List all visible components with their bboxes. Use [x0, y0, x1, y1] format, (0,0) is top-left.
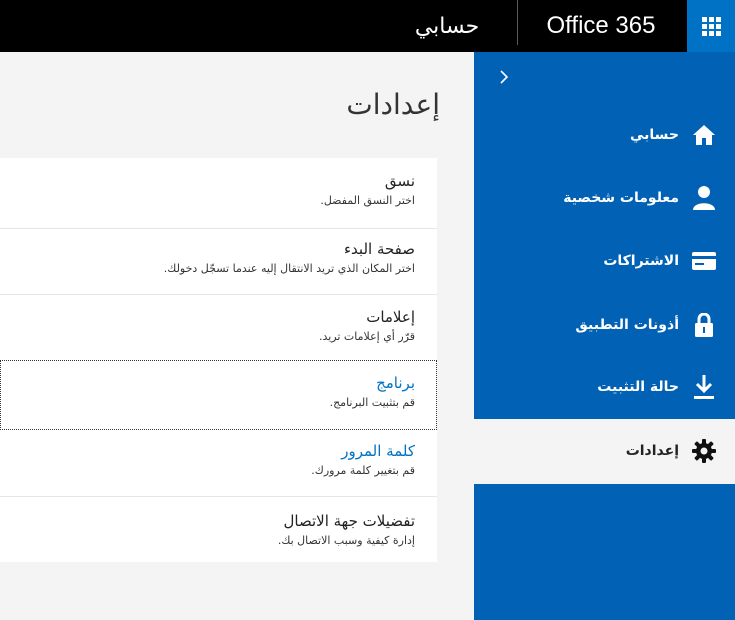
- page-title: إعدادات: [346, 88, 440, 121]
- section-title[interactable]: حسابي: [380, 0, 514, 52]
- setting-title: نسق: [384, 172, 415, 190]
- setting-description: قم بتثبيت البرنامج.: [329, 396, 415, 409]
- setting-description: اختر النسق المفضل.: [320, 194, 415, 207]
- app-launcher-waffle-icon: [701, 16, 721, 36]
- chevron-right-icon: [500, 70, 509, 84]
- person-icon: [691, 185, 717, 211]
- sidebar-item-label: الاشتراكات: [603, 253, 679, 269]
- setting-title: كلمة المرور: [341, 442, 415, 460]
- sidebar-item-my-account[interactable]: حسابي: [474, 105, 735, 165]
- setting-theme[interactable]: نسق اختر النسق المفضل.: [0, 172, 437, 207]
- gear-icon: [691, 438, 717, 464]
- top-bar: حسابي Office 365: [0, 0, 735, 52]
- setting-title: صفحة البدء: [343, 240, 415, 258]
- row-divider: [0, 228, 437, 229]
- sidebar-item-label: معلومات شخصية: [563, 190, 679, 206]
- setting-password[interactable]: كلمة المرور قم بتغيير كلمة مرورك.: [0, 442, 437, 477]
- sidebar-item-install-status[interactable]: حالة التثبيت: [474, 357, 735, 417]
- setting-notifications[interactable]: إعلامات قرّر أي إعلامات تريد.: [0, 308, 437, 343]
- setting-description: إدارة كيفية وسبب الاتصال بك.: [277, 534, 415, 547]
- sidebar-item-app-permissions[interactable]: أذونات التطبيق: [474, 295, 735, 355]
- setting-start-page[interactable]: صفحة البدء اختر المكان الذي تريد الانتقا…: [0, 240, 437, 275]
- row-divider: [0, 496, 437, 497]
- setting-title: برنامج: [376, 374, 415, 392]
- sidebar-item-settings[interactable]: إعدادات: [474, 421, 735, 481]
- setting-description: قرّر أي إعلامات تريد.: [318, 330, 415, 343]
- setting-software[interactable]: برنامج قم بتثبيت البرنامج.: [0, 360, 437, 430]
- sidebar-item-label: حالة التثبيت: [597, 379, 679, 395]
- settings-list: نسق اختر النسق المفضل. صفحة البدء اختر ا…: [0, 158, 437, 562]
- row-divider: [0, 294, 437, 295]
- download-icon: [691, 374, 717, 400]
- app-launcher-button[interactable]: [687, 0, 735, 52]
- sidebar-item-subscriptions[interactable]: الاشتراكات: [474, 231, 735, 291]
- setting-description: اختر المكان الذي تريد الانتقال إليه عندم…: [163, 262, 415, 275]
- sidebar-item-label: حسابي: [629, 127, 679, 143]
- home-icon: [691, 122, 717, 148]
- sidebar-collapse-button[interactable]: [494, 64, 514, 90]
- setting-title: إعلامات: [366, 308, 415, 326]
- sidebar-item-label: إعدادات: [625, 443, 679, 459]
- lock-icon: [691, 312, 717, 338]
- setting-contact-preferences[interactable]: تفضيلات جهة الاتصال إدارة كيفية وسبب الا…: [0, 512, 437, 547]
- setting-title: تفضيلات جهة الاتصال: [283, 512, 415, 530]
- sidebar-item-personal-info[interactable]: معلومات شخصية: [474, 168, 735, 228]
- sidebar-item-label: أذونات التطبيق: [575, 317, 679, 333]
- credit-card-icon: [691, 248, 717, 274]
- app-name[interactable]: Office 365: [518, 0, 684, 52]
- sidebar-footer: [474, 484, 735, 620]
- setting-description: قم بتغيير كلمة مرورك.: [311, 464, 415, 477]
